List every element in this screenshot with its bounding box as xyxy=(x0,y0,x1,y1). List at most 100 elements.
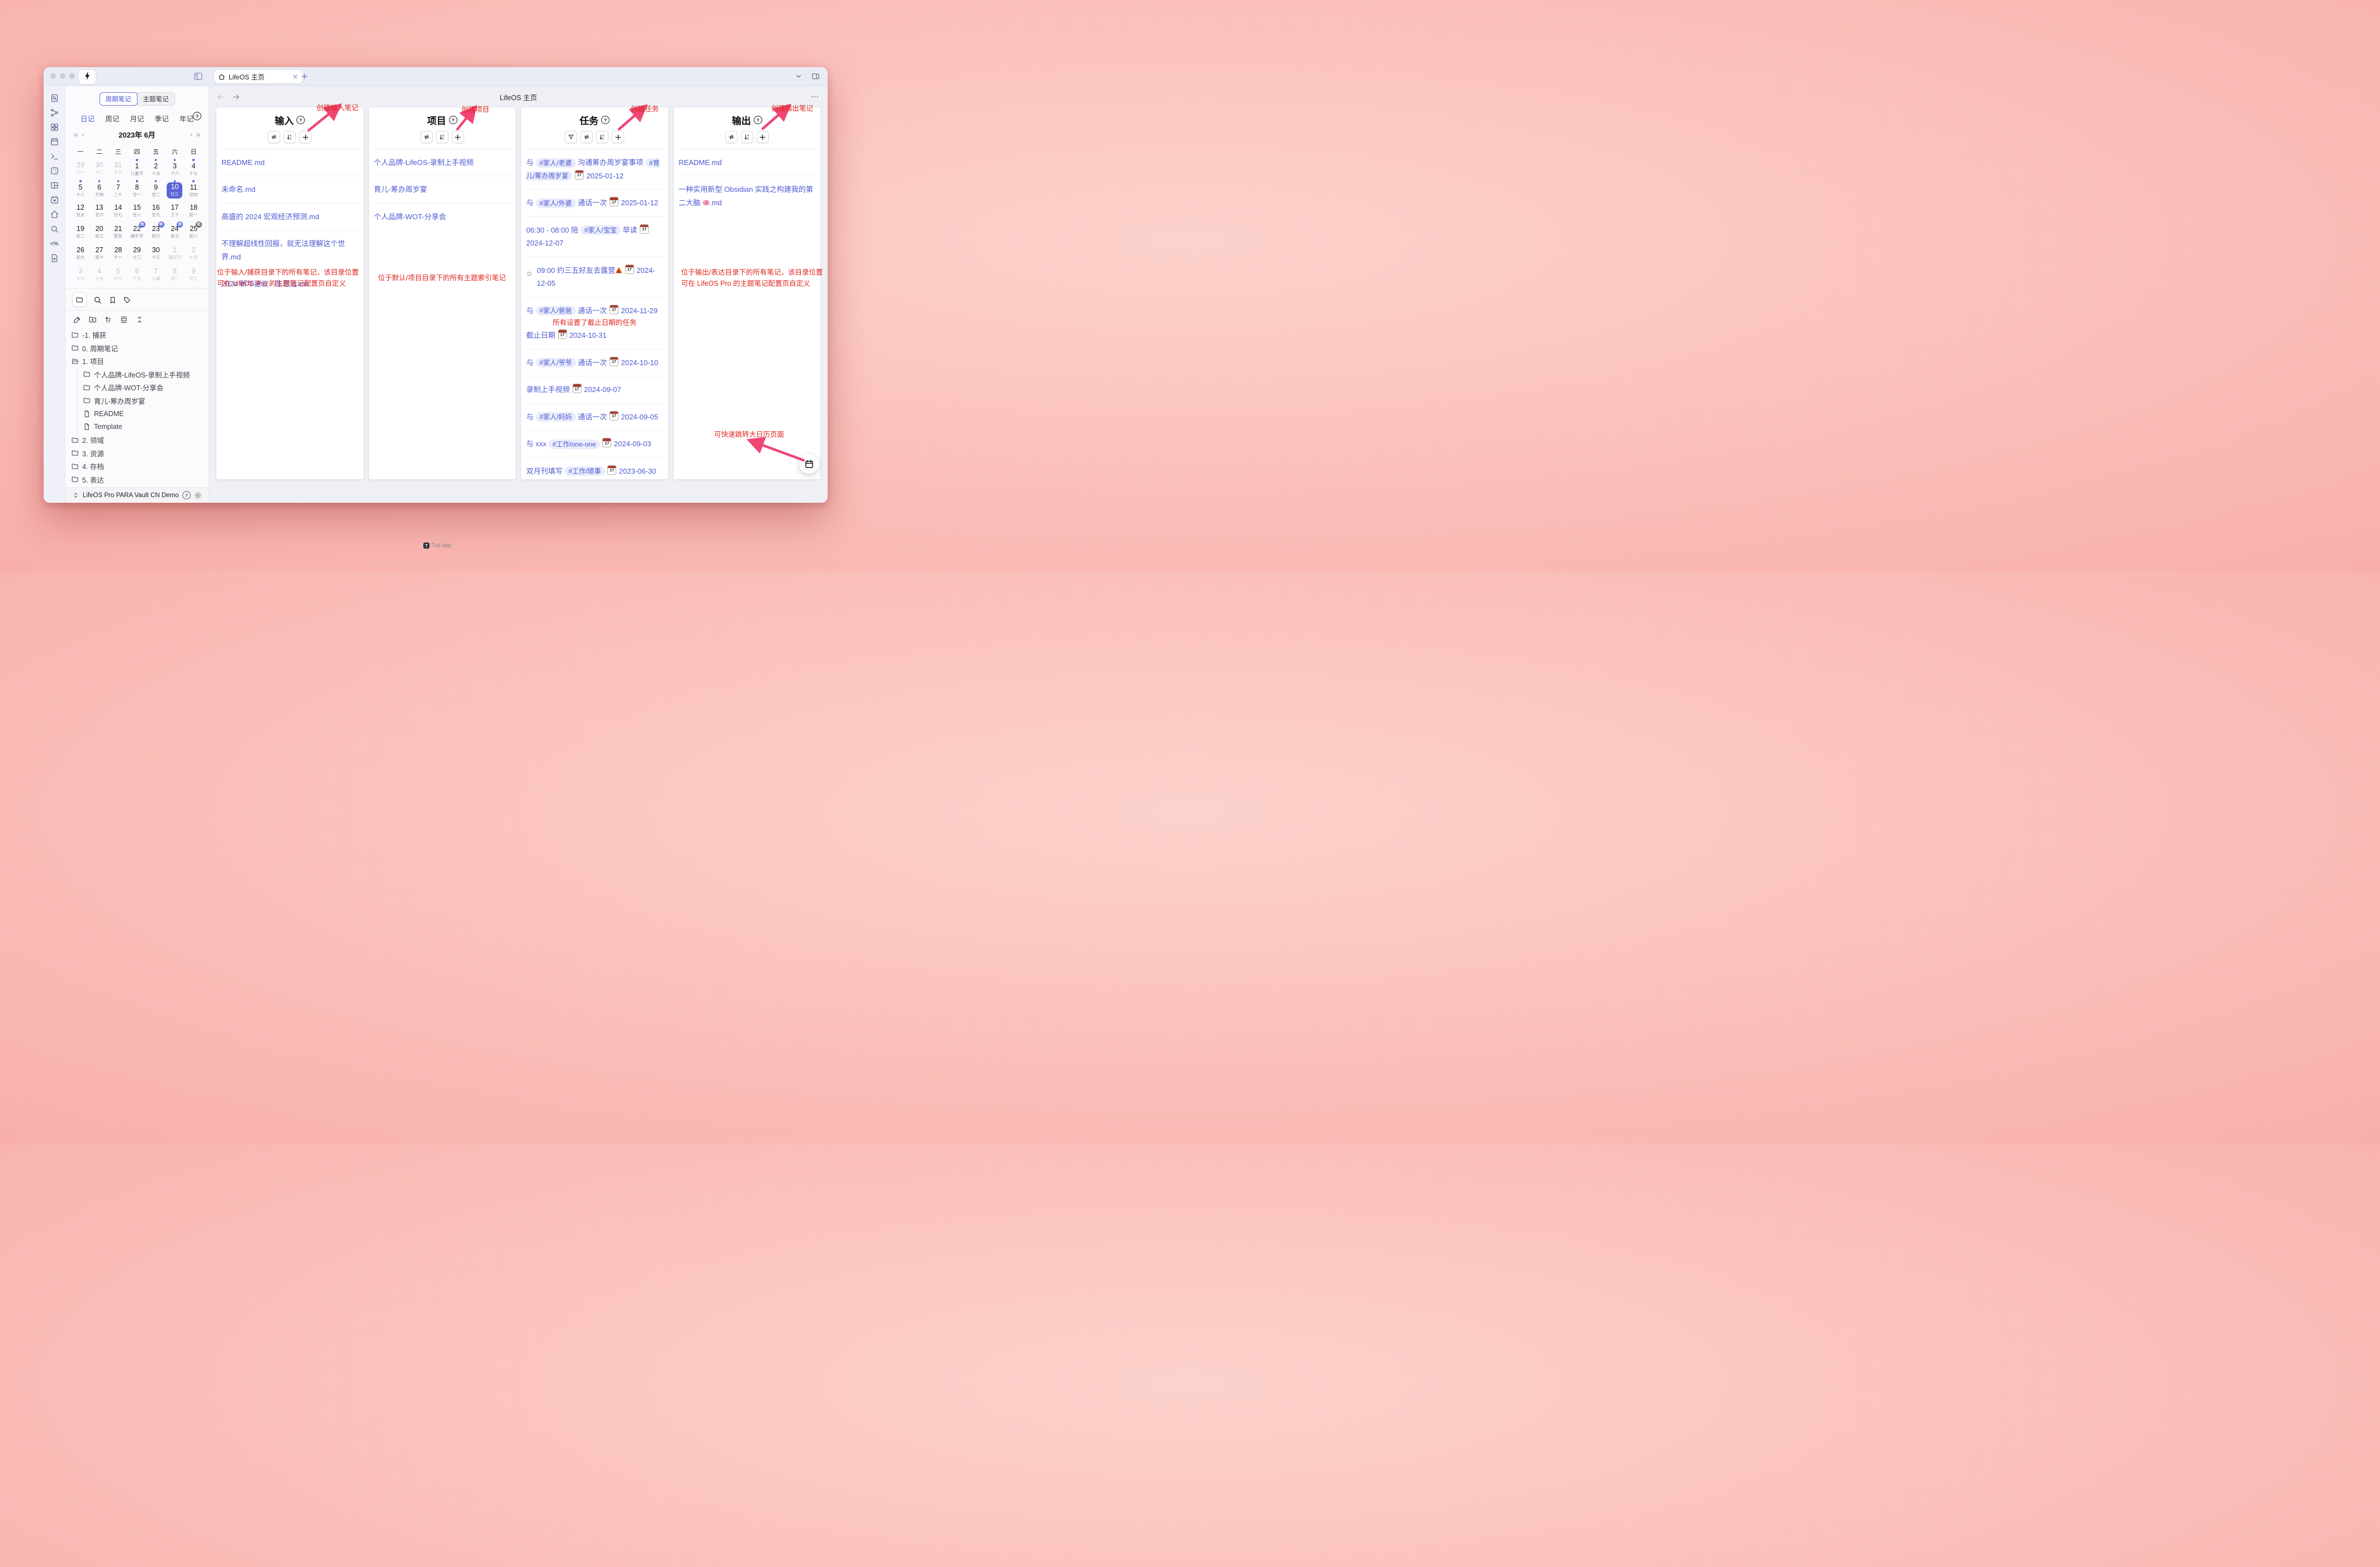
tree-item[interactable]: 4. 存档 xyxy=(71,460,205,473)
vault-switcher[interactable]: LifeOS Pro PARA Vault CN Demo ? xyxy=(65,487,209,503)
calendar-day[interactable]: 27初十 xyxy=(90,243,109,264)
collapse-button[interactable] xyxy=(120,315,128,324)
folder-plus-button[interactable] xyxy=(88,315,97,324)
help-icon[interactable]: ? xyxy=(193,112,201,120)
dashboard-icon[interactable] xyxy=(50,122,59,132)
tree-item[interactable]: 育儿-筹办周岁宴 xyxy=(77,394,205,408)
prev-year-button[interactable]: « xyxy=(74,130,78,139)
file-search-icon[interactable] xyxy=(50,93,59,103)
calendar-day[interactable]: 6十九 xyxy=(128,264,147,285)
period-tab[interactable]: 月记 xyxy=(130,113,144,124)
traffic-light-zoom-button[interactable] xyxy=(69,73,75,79)
calendar-day[interactable]: 1建党节 xyxy=(166,243,185,264)
mode-tab-theme[interactable]: 主题笔记 xyxy=(137,92,175,106)
period-tab[interactable]: 周记 xyxy=(105,113,119,124)
calendar-day[interactable]: 30十二 xyxy=(90,158,109,179)
tree-item[interactable]: 5. 表达 xyxy=(71,473,205,487)
calendar-day[interactable]: 12廿五 xyxy=(71,200,90,221)
task-item[interactable]: 09:00 约三五好友去露营 17 2024-12-05 xyxy=(526,257,664,297)
swap-button[interactable] xyxy=(421,131,433,143)
note-link[interactable]: 育儿-筹办周岁宴 xyxy=(374,176,512,202)
sort-button[interactable]: AZ xyxy=(596,131,608,143)
calendar-day[interactable]: 5十八 xyxy=(71,179,90,200)
more-options-icon[interactable] xyxy=(810,92,819,101)
vault-help-icon[interactable]: ? xyxy=(182,491,191,499)
add-button[interactable] xyxy=(299,131,311,143)
note-link[interactable]: README.md xyxy=(678,149,816,176)
calendar-day[interactable]: 6芒种 xyxy=(90,179,109,200)
chevron-down-icon[interactable] xyxy=(795,72,802,83)
note-link[interactable]: 个人品牌-LifeOS-录制上手视频 xyxy=(374,149,512,176)
folder-tab-icon[interactable] xyxy=(72,292,87,307)
task-item[interactable]: 与 #家人/老婆 沟通筹办周岁宴事项 #育儿/筹办周岁宴 17 2025-01-… xyxy=(526,149,664,189)
period-tab[interactable]: 年记 xyxy=(180,113,193,124)
calendar-day[interactable]: 13廿六 xyxy=(90,200,109,221)
calendar-day[interactable]: 21夏至 xyxy=(108,221,128,243)
tree-item[interactable]: 个人品牌-LifeOS-录制上手视频 xyxy=(77,368,205,381)
note-link[interactable]: 2024 新年建议 - 陈思远.md xyxy=(221,270,359,297)
note-link[interactable]: 未命名.md xyxy=(221,176,359,202)
traffic-light-close-button[interactable] xyxy=(50,73,56,79)
task-item[interactable]: 与 xxx #工作/one-one 17 2024-09-03 xyxy=(526,430,664,457)
sidebar-toggle-icon[interactable] xyxy=(193,72,203,84)
help-icon[interactable]: ? xyxy=(754,116,762,124)
note-link[interactable]: 高盛的 2024 宏观经济预测.md xyxy=(221,203,359,230)
calendar-day[interactable]: 28十一 xyxy=(108,243,128,264)
search-icon[interactable] xyxy=(50,224,59,234)
add-button[interactable] xyxy=(612,131,624,143)
task-item[interactable]: 与 #家人/外婆 通话一次 17 2025-01-12 xyxy=(526,189,664,216)
calendar-day[interactable]: 16廿九 xyxy=(147,200,166,221)
tree-item[interactable]: 3. 资源 xyxy=(71,447,205,460)
calendar-day[interactable]: 4十七 xyxy=(90,264,109,285)
note-link[interactable]: 不理解超线性回报，就无法理解这个世界.md xyxy=(221,230,359,270)
tree-item[interactable]: 2. 领域 xyxy=(71,433,205,447)
calendar-day[interactable]: 29十一 xyxy=(71,158,90,179)
dice-icon[interactable] xyxy=(50,166,59,176)
calendar-day[interactable]: 14廿七 xyxy=(108,200,128,221)
period-tab[interactable]: 季记 xyxy=(155,113,169,124)
task-item[interactable]: 与 #家人/妈妈 通话一次 17 2024-09-05 xyxy=(526,403,664,431)
calendar-day[interactable]: 9廿二 xyxy=(147,179,166,200)
note-link[interactable]: 个人品牌-WOT-分享会 xyxy=(374,203,512,230)
calendar-day[interactable]: 31十三 xyxy=(108,158,128,179)
search-tab-icon[interactable] xyxy=(93,295,102,305)
calendar-icon[interactable] xyxy=(50,137,59,147)
calendar-day[interactable]: 3十六 xyxy=(166,158,185,179)
sort-button[interactable]: AZ xyxy=(741,131,753,143)
calendar-day[interactable]: 23初六休 xyxy=(147,221,166,243)
task-item[interactable]: 录制上手视频 17 2024-09-07 xyxy=(526,376,664,403)
tree-item[interactable]: 个人品牌-WOT-分享会 xyxy=(77,381,205,394)
tree-item[interactable]: 0. 周期笔记 xyxy=(71,342,205,355)
filter-button[interactable] xyxy=(565,131,577,143)
calendar-day[interactable]: 26初九 xyxy=(71,243,90,264)
gear-icon[interactable] xyxy=(194,492,202,499)
calendar-day[interactable]: 8廿一 xyxy=(128,179,147,200)
calendar-day[interactable]: 22端午节休 xyxy=(128,221,147,243)
calendar-day[interactable]: 5十八 xyxy=(108,264,128,285)
calendar-day[interactable]: 11廿四 xyxy=(184,179,203,200)
tree-item[interactable]: Template xyxy=(77,421,205,434)
calendar-day[interactable]: 30十三 xyxy=(147,243,166,264)
mode-tab-periodic[interactable]: 周期笔记 xyxy=(100,92,138,106)
back-arrow-icon[interactable] xyxy=(216,93,225,101)
prev-month-button[interactable]: ‹ xyxy=(82,130,84,139)
tree-item[interactable]: -1. 捕获 xyxy=(71,328,205,342)
app-logo-button[interactable] xyxy=(78,69,96,84)
layout-panel-icon[interactable] xyxy=(811,72,820,83)
calendar-day[interactable]: 2十五 xyxy=(184,243,203,264)
tree-item[interactable]: README xyxy=(77,407,205,421)
file-plus-icon[interactable] xyxy=(50,253,59,263)
traffic-light-minimize-button[interactable] xyxy=(60,73,65,79)
calendar-day[interactable]: 18初一 xyxy=(184,200,203,221)
calendar-heart-icon[interactable] xyxy=(50,195,59,205)
calendar-day[interactable]: 8廿一 xyxy=(166,264,185,285)
calendar-day[interactable]: 24初七休 xyxy=(166,221,185,243)
sortlines-button[interactable] xyxy=(104,315,112,324)
swap-button[interactable] xyxy=(268,131,280,143)
new-tab-button[interactable] xyxy=(300,72,309,83)
calendar-day[interactable]: 3十六 xyxy=(71,264,90,285)
foldx-button[interactable] xyxy=(135,315,144,324)
next-month-button[interactable]: › xyxy=(190,130,192,139)
calendar-day[interactable]: 7二十 xyxy=(108,179,128,200)
period-tab[interactable]: 日记 xyxy=(81,113,95,124)
